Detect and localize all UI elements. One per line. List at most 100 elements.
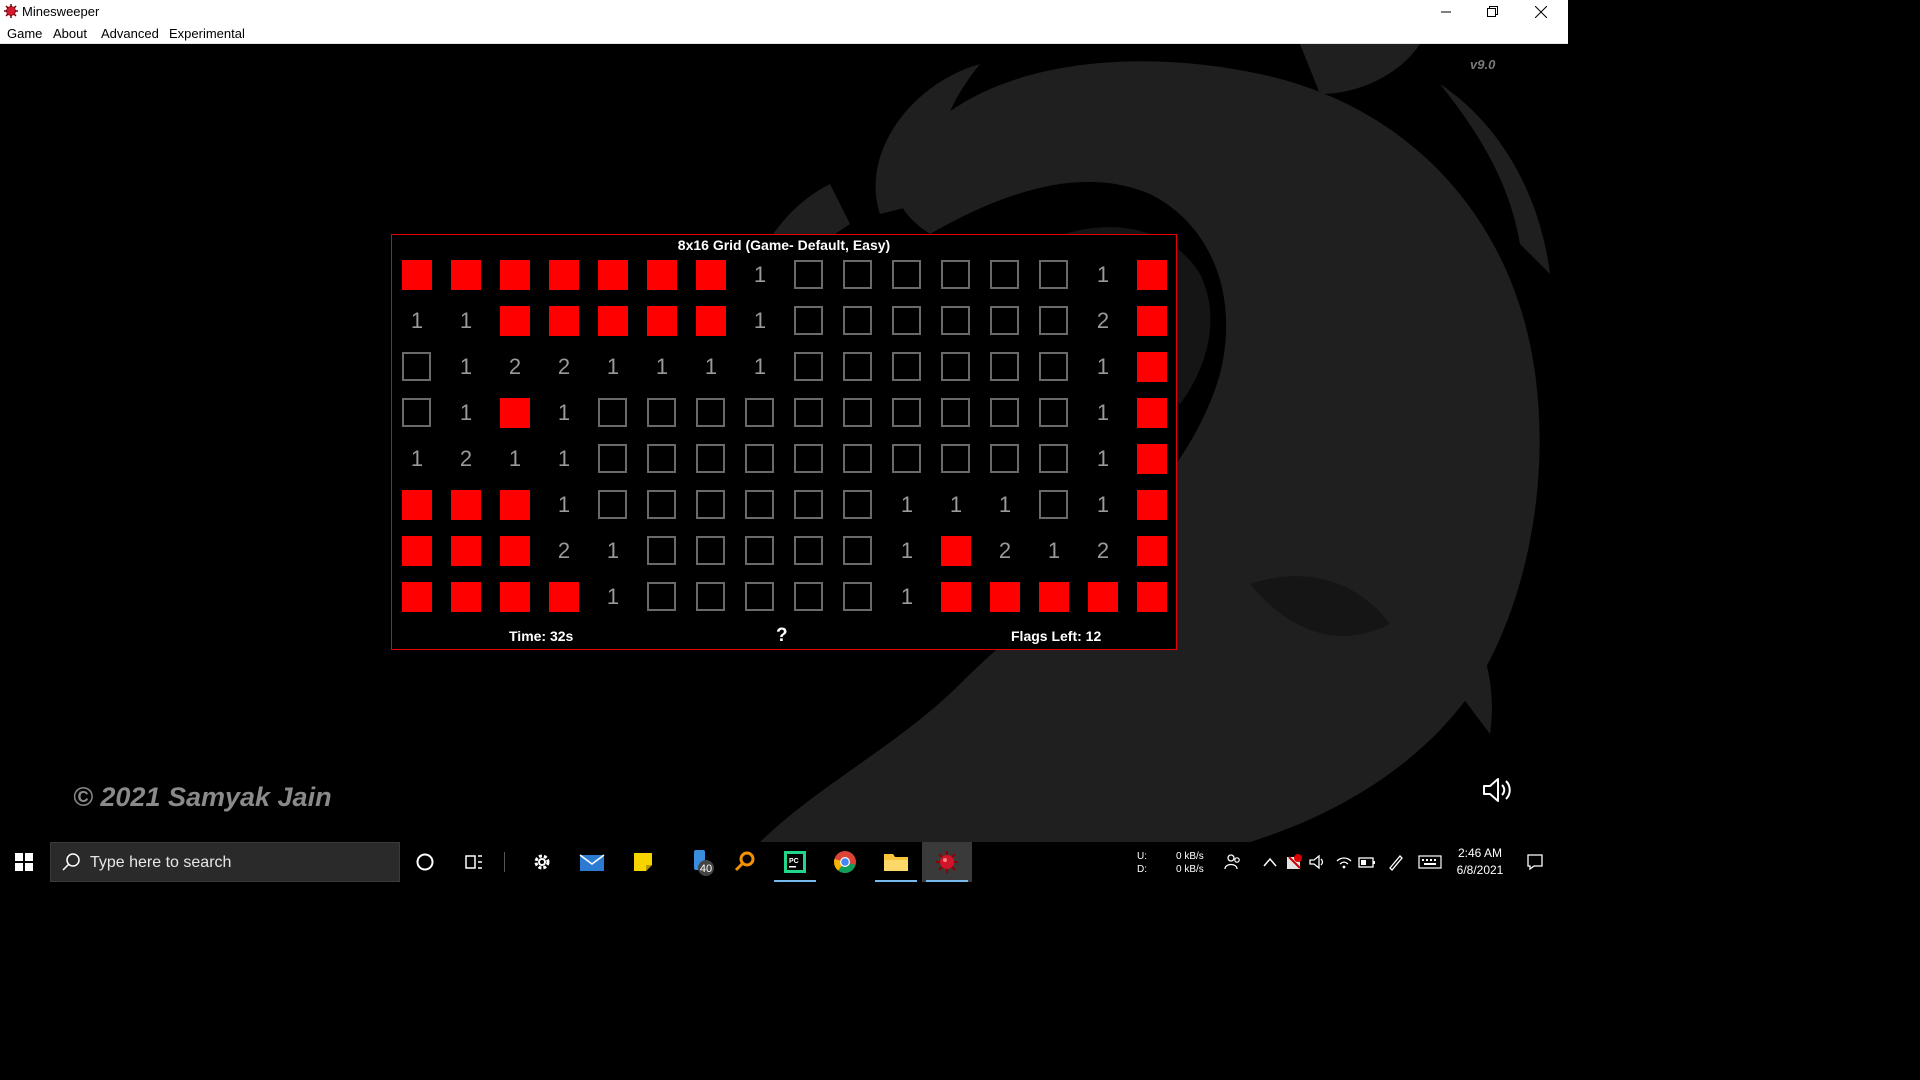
revealed-number-cell[interactable]: 1 xyxy=(941,490,971,520)
flagged-cell[interactable] xyxy=(500,490,530,520)
tray-pen[interactable] xyxy=(1386,852,1406,872)
hidden-cell[interactable] xyxy=(843,582,872,611)
flagged-cell[interactable] xyxy=(500,306,530,336)
hidden-cell[interactable] xyxy=(794,260,823,289)
flagged-cell[interactable] xyxy=(696,260,726,290)
flagged-cell[interactable] xyxy=(402,490,432,520)
hidden-cell[interactable] xyxy=(794,398,823,427)
flagged-cell[interactable] xyxy=(1088,582,1118,612)
revealed-number-cell[interactable]: 1 xyxy=(647,352,677,382)
hidden-cell[interactable] xyxy=(843,444,872,473)
menu-experimental[interactable]: Experimental xyxy=(169,26,245,41)
hidden-cell[interactable] xyxy=(794,582,823,611)
flagged-cell[interactable] xyxy=(402,582,432,612)
hidden-cell[interactable] xyxy=(892,444,921,473)
revealed-number-cell[interactable]: 2 xyxy=(549,352,579,382)
hidden-cell[interactable] xyxy=(598,444,627,473)
tray-people[interactable] xyxy=(1223,852,1243,872)
revealed-number-cell[interactable]: 1 xyxy=(402,444,432,474)
hidden-cell[interactable] xyxy=(598,398,627,427)
hidden-cell[interactable] xyxy=(1039,352,1068,381)
hidden-cell[interactable] xyxy=(745,582,774,611)
hidden-cell[interactable] xyxy=(794,536,823,565)
revealed-number-cell[interactable]: 1 xyxy=(451,352,481,382)
hidden-cell[interactable] xyxy=(696,490,725,519)
revealed-number-cell[interactable]: 1 xyxy=(892,536,922,566)
revealed-number-cell[interactable]: 1 xyxy=(892,490,922,520)
hidden-cell[interactable] xyxy=(745,536,774,565)
hidden-cell[interactable] xyxy=(941,398,970,427)
hidden-cell[interactable] xyxy=(647,536,676,565)
flagged-cell[interactable] xyxy=(1137,306,1167,336)
hidden-cell[interactable] xyxy=(1039,306,1068,335)
taskbar-sticky-notes[interactable] xyxy=(618,842,668,882)
flagged-cell[interactable] xyxy=(451,260,481,290)
hidden-cell[interactable] xyxy=(647,582,676,611)
revealed-number-cell[interactable]: 2 xyxy=(990,536,1020,566)
menu-about[interactable]: About xyxy=(53,26,87,41)
hidden-cell[interactable] xyxy=(990,444,1019,473)
hidden-cell[interactable] xyxy=(696,582,725,611)
tray-show-hidden[interactable] xyxy=(1260,852,1280,872)
hidden-cell[interactable] xyxy=(745,398,774,427)
action-center-button[interactable] xyxy=(1525,852,1545,872)
hidden-cell[interactable] xyxy=(794,306,823,335)
revealed-number-cell[interactable]: 1 xyxy=(500,444,530,474)
hidden-cell[interactable] xyxy=(598,490,627,519)
hidden-cell[interactable] xyxy=(745,490,774,519)
revealed-number-cell[interactable]: 1 xyxy=(598,582,628,612)
cortana-button[interactable] xyxy=(400,842,450,882)
hidden-cell[interactable] xyxy=(892,306,921,335)
hidden-cell[interactable] xyxy=(745,444,774,473)
flagged-cell[interactable] xyxy=(500,398,530,428)
flagged-cell[interactable] xyxy=(451,582,481,612)
taskbar-clock[interactable]: 2:46 AM 6/8/2021 xyxy=(1450,845,1510,879)
tray-volume[interactable] xyxy=(1307,852,1327,872)
flagged-cell[interactable] xyxy=(1137,260,1167,290)
revealed-number-cell[interactable]: 1 xyxy=(549,490,579,520)
close-button[interactable] xyxy=(1518,0,1564,24)
sound-toggle[interactable] xyxy=(1481,776,1513,809)
hidden-cell[interactable] xyxy=(794,444,823,473)
revealed-number-cell[interactable]: 1 xyxy=(892,582,922,612)
hidden-cell[interactable] xyxy=(696,444,725,473)
hidden-cell[interactable] xyxy=(402,398,431,427)
flagged-cell[interactable] xyxy=(990,582,1020,612)
hidden-cell[interactable] xyxy=(402,352,431,381)
taskbar-search-box[interactable]: Type here to search xyxy=(50,842,400,882)
flagged-cell[interactable] xyxy=(1137,490,1167,520)
taskbar-minesweeper[interactable] xyxy=(922,842,972,882)
hidden-cell[interactable] xyxy=(843,306,872,335)
flagged-cell[interactable] xyxy=(1137,444,1167,474)
flagged-cell[interactable] xyxy=(402,260,432,290)
revealed-number-cell[interactable]: 2 xyxy=(549,536,579,566)
start-button[interactable] xyxy=(0,842,48,882)
revealed-number-cell[interactable]: 1 xyxy=(745,260,775,290)
revealed-number-cell[interactable]: 1 xyxy=(696,352,726,382)
revealed-number-cell[interactable]: 1 xyxy=(1088,444,1118,474)
hidden-cell[interactable] xyxy=(941,352,970,381)
revealed-number-cell[interactable]: 1 xyxy=(1039,536,1069,566)
hidden-cell[interactable] xyxy=(696,398,725,427)
flagged-cell[interactable] xyxy=(500,260,530,290)
hidden-cell[interactable] xyxy=(647,444,676,473)
tray-keyboard[interactable] xyxy=(1418,852,1442,872)
hidden-cell[interactable] xyxy=(843,260,872,289)
taskbar-settings[interactable] xyxy=(517,842,567,882)
hidden-cell[interactable] xyxy=(892,260,921,289)
hidden-cell[interactable] xyxy=(647,398,676,427)
revealed-number-cell[interactable]: 1 xyxy=(1088,490,1118,520)
hidden-cell[interactable] xyxy=(892,352,921,381)
menu-advanced[interactable]: Advanced xyxy=(101,26,159,41)
revealed-number-cell[interactable]: 1 xyxy=(549,398,579,428)
flagged-cell[interactable] xyxy=(598,260,628,290)
flagged-cell[interactable] xyxy=(1137,536,1167,566)
hidden-cell[interactable] xyxy=(843,490,872,519)
hidden-cell[interactable] xyxy=(990,352,1019,381)
taskbar-pycharm[interactable]: PC xyxy=(770,842,820,882)
tray-battery[interactable] xyxy=(1357,852,1377,872)
flagged-cell[interactable] xyxy=(1137,352,1167,382)
hidden-cell[interactable] xyxy=(1039,398,1068,427)
revealed-number-cell[interactable]: 1 xyxy=(451,398,481,428)
revealed-number-cell[interactable]: 1 xyxy=(1088,352,1118,382)
